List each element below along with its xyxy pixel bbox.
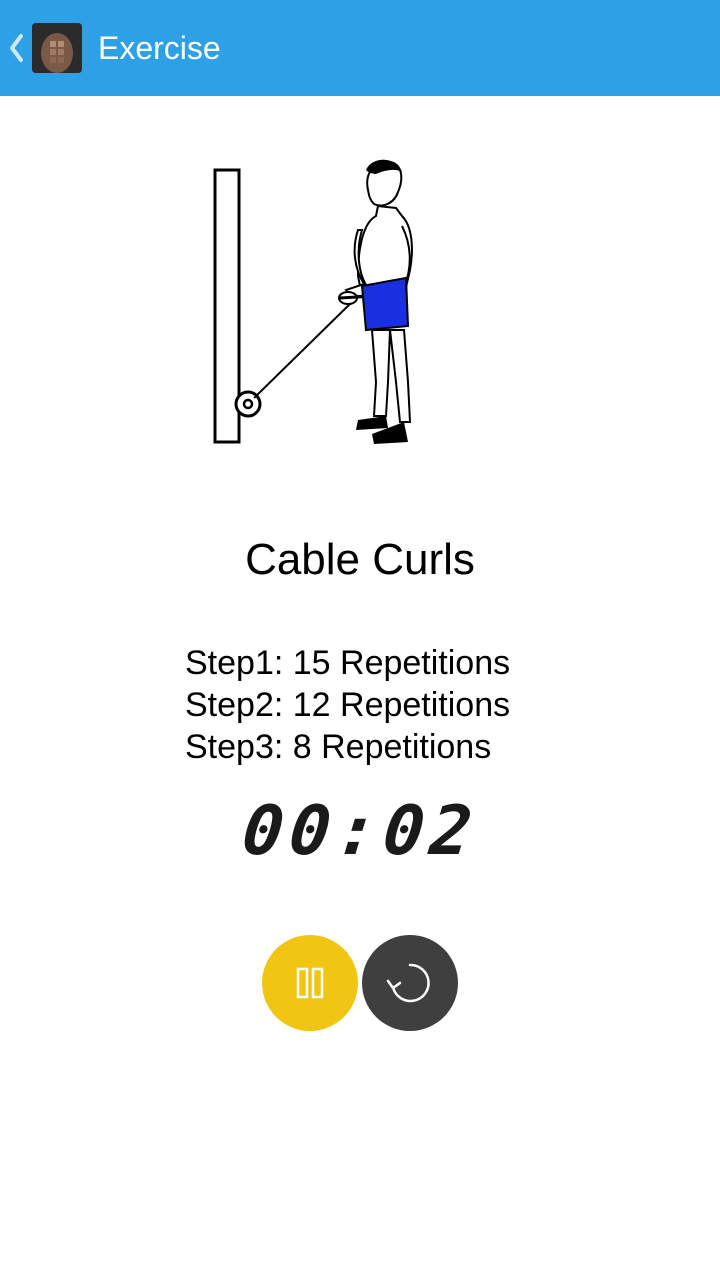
page-title: Exercise: [98, 30, 221, 66]
app-logo-icon[interactable]: [32, 23, 82, 73]
step-2: Step2: 12 Repetitions: [185, 686, 511, 724]
pause-icon: [296, 967, 324, 999]
exercise-name: Cable Curls: [245, 535, 475, 584]
timer-display: 00:02: [238, 792, 482, 871]
chevron-left-icon[interactable]: [6, 30, 26, 66]
app-bar: Exercise: [0, 0, 720, 96]
exercise-steps: Step1: 15 Repetitions Step2: 12 Repetiti…: [185, 642, 685, 768]
reset-icon: [386, 963, 430, 1003]
step-1: Step1: 15 Repetitions: [185, 644, 511, 682]
pause-button[interactable]: [262, 935, 358, 1031]
reset-button[interactable]: [362, 935, 458, 1031]
step-3: Step3: 8 Repetitions: [185, 728, 492, 766]
cable-curl-illustration: [213, 159, 413, 444]
